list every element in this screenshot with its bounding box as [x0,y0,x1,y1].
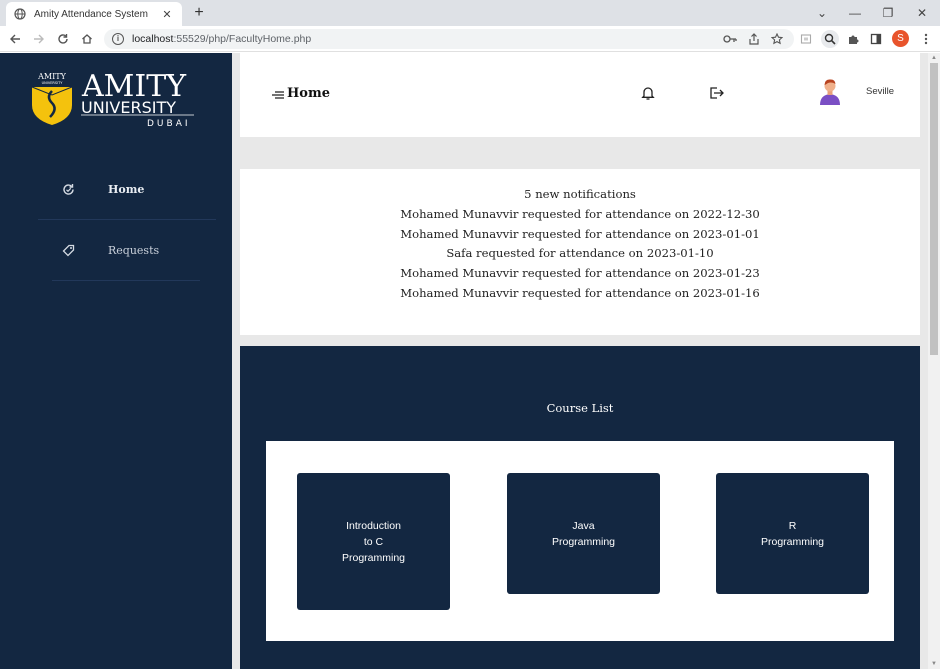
amity-logo: AMITY UNIVERSITY AMITY UNIVERSITY DUBAI [30,67,200,129]
profile-avatar[interactable]: S [892,30,909,47]
url-path: :55529/php/FacultyHome.php [173,33,312,45]
home-icon[interactable] [78,30,96,48]
tab-close-icon[interactable]: ✕ [160,8,174,21]
zoom-icon[interactable] [821,30,839,48]
course-name: R Programming [760,519,825,548]
browser-tab-bar: Amity Attendance System ✕ + ⌄ — ❐ ✕ [0,0,940,26]
tab-search-chevron-icon[interactable]: ⌄ [805,0,839,26]
page-header: Home Seville [240,53,920,137]
scrollbar-thumb[interactable] [930,63,938,355]
logout-icon[interactable] [708,85,724,101]
menu-toggle-icon[interactable] [272,88,284,100]
sidebar-item-home[interactable]: Home [38,167,216,211]
sidebar-divider [38,219,216,220]
tab-title: Amity Attendance System [34,8,148,20]
username: Seville [866,86,894,97]
scroll-down-icon[interactable]: ▼ [928,659,940,669]
page-title: Home [287,86,330,101]
course-card-intro-c[interactable]: Introduction to C Programming [297,473,450,610]
course-name: Java Programming [551,519,616,548]
notification-count: 5 new notifications [524,187,636,201]
page-scrollbar[interactable]: ▲ ▼ [928,53,940,669]
notification-item: Mohamed Munavvir requested for attendanc… [400,285,760,300]
course-panel: Introduction to C Programming Java Progr… [266,441,894,641]
forward-icon[interactable] [30,30,48,48]
user-avatar[interactable] [816,75,844,105]
logo-city-text: DUBAI [147,119,191,129]
page-viewport: AMITY UNIVERSITY AMITY UNIVERSITY DUBAI … [0,53,928,669]
course-card-r[interactable]: R Programming [716,473,869,594]
browser-tab[interactable]: Amity Attendance System ✕ [6,2,182,26]
side-panel-icon[interactable] [868,31,884,47]
address-bar[interactable]: i localhost:55529/php/FacultyHome.php [104,29,794,49]
maximize-button[interactable]: ❐ [871,0,905,26]
globe-icon [14,8,26,20]
back-icon[interactable] [6,30,24,48]
extensions-puzzle-icon[interactable] [845,31,861,47]
scroll-up-icon[interactable]: ▲ [928,53,940,63]
logo-sub-text: UNIVERSITY [81,98,176,117]
course-card-java[interactable]: Java Programming [507,473,660,594]
more-menu-icon[interactable] [918,31,934,47]
notifications-panel: 5 new notifications Mohamed Munavvir req… [240,169,920,335]
sidebar-divider [52,280,200,281]
course-name: Introduction to C Programming [341,519,406,564]
logo-small-text: AMITY [37,72,66,81]
course-list-heading: Course List [546,401,614,415]
new-tab-button[interactable]: + [190,4,208,22]
sidebar-item-requests[interactable]: Requests [38,228,216,272]
notification-item: Mohamed Munavvir requested for attendanc… [400,266,760,281]
reload-icon[interactable] [54,30,72,48]
sidebar-item-label: Requests [108,243,160,257]
share-icon[interactable] [746,31,762,47]
window-close-button[interactable]: ✕ [905,0,939,26]
course-list-section: Course List Introduction to C Programmin… [240,346,920,669]
bookmark-star-icon[interactable] [769,31,785,47]
key-icon[interactable] [722,31,738,47]
notification-item: Mohamed Munavvir requested for attendanc… [400,226,760,241]
minimize-button[interactable]: — [838,0,872,26]
browser-toolbar: i localhost:55529/php/FacultyHome.php S [0,26,940,52]
url-host: localhost [132,33,174,45]
refresh-icon [62,182,76,196]
logo-small-sub: UNIVERSITY [42,81,64,85]
site-info-icon[interactable]: i [112,33,124,45]
bell-icon[interactable] [640,85,656,101]
notification-item: Mohamed Munavvir requested for attendanc… [400,206,760,221]
tag-icon [62,243,76,257]
screenshot-icon[interactable] [798,31,814,47]
sidebar: AMITY UNIVERSITY AMITY UNIVERSITY DUBAI … [0,53,232,669]
notification-item: Safa requested for attendance on 2023-01… [446,246,714,261]
sidebar-item-label: Home [108,182,145,196]
